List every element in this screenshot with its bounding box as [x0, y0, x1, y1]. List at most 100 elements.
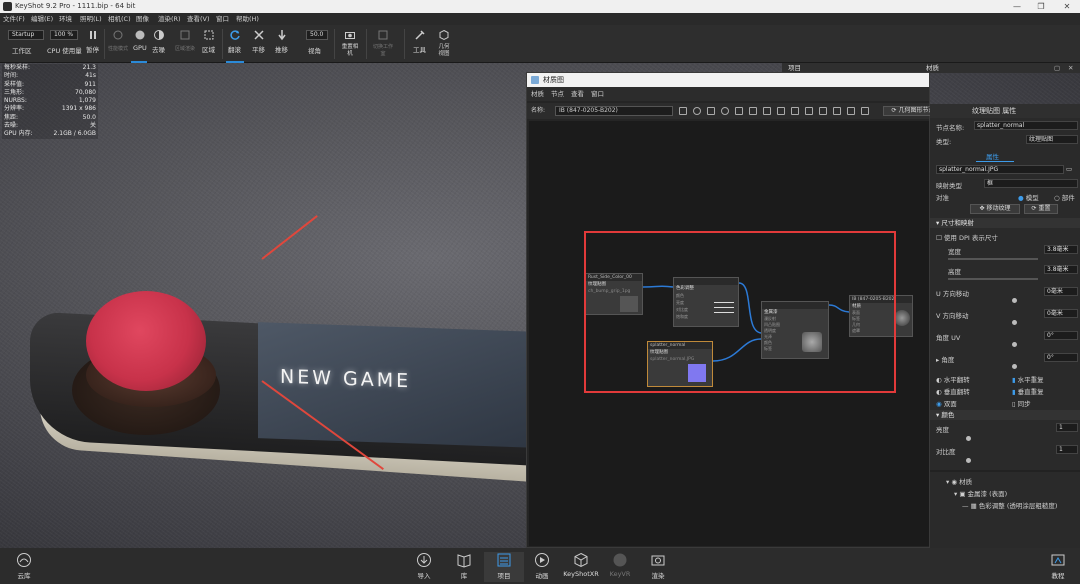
denoise-toggle[interactable]: 去噪 [152, 29, 165, 54]
tree-item-material[interactable]: ▾ ◉ 材质 [946, 476, 972, 486]
region-button[interactable]: 区域 [202, 29, 215, 54]
geometry-view-button[interactable]: 几何视图 [436, 29, 452, 58]
radio-part[interactable]: ○ 部件 [1054, 192, 1075, 202]
tab-attributes[interactable]: 属性 [986, 151, 999, 161]
dock-close-icon[interactable]: ✕ [1068, 63, 1073, 73]
node-name-input[interactable]: splatter_normal [974, 121, 1078, 130]
menu-help[interactable]: 帮助(H) [236, 13, 259, 25]
circle-icon[interactable] [693, 107, 701, 115]
workspace-select[interactable]: Startup [8, 30, 44, 40]
angle-uv-label: 角度 UV [936, 334, 961, 342]
target-icon[interactable] [721, 107, 729, 115]
width-input[interactable]: 3.8毫米 [1044, 245, 1078, 254]
menu-image[interactable]: 图像 [136, 13, 149, 25]
tree-item-metallic-paint[interactable]: ▾ ▣ 金属漆 (表面) [954, 488, 1007, 498]
height-input[interactable]: 3.8毫米 [1044, 265, 1078, 274]
render-stats-overlay: 每秒采样: 21.3 时间: 41s 采样值: 911 三角形: 70,080 NURB… [2, 64, 98, 139]
perf-mode-button[interactable]: 性能模式 [108, 29, 128, 52]
library-button[interactable]: 库 [444, 552, 484, 580]
pause-button[interactable]: 暂停 [86, 29, 99, 54]
flip-horizontal-toggle[interactable]: ◐ 水平翻转 [936, 374, 970, 384]
frame-icon[interactable] [819, 107, 827, 115]
angle-input[interactable]: 0° [1044, 353, 1078, 362]
radio-model[interactable]: ● 模型 [1018, 192, 1039, 202]
fit-icon[interactable] [833, 107, 841, 115]
layers-icon[interactable] [749, 107, 757, 115]
mg-name-input[interactable]: IB (847-0205-B202) [555, 106, 673, 116]
reset-camera-button[interactable]: 重置相机 [341, 29, 359, 58]
menu-edit[interactable]: 编辑(E) [31, 13, 53, 25]
mg-menu-node[interactable]: 节点 [551, 87, 564, 101]
animation-button[interactable]: 动画 [522, 552, 562, 580]
pause-icon [89, 31, 96, 39]
v-offset-input[interactable]: 0毫米 [1044, 309, 1078, 318]
repeat-vertical-toggle[interactable]: ▮ 垂直重复 [1012, 386, 1044, 396]
size-mapping-section[interactable]: ▾ 尺寸和映射 [930, 218, 1080, 228]
color-section[interactable]: ▾ 颜色 [930, 410, 1080, 420]
save-icon[interactable] [679, 107, 687, 115]
use-dpi-checkbox[interactable]: ☐ 使用 DPI 表示尺寸 [936, 232, 998, 242]
menu-environment[interactable]: 环境 [59, 13, 72, 25]
keyvr-button[interactable]: KeyVR [600, 552, 640, 578]
menu-lighting[interactable]: 照明(L) [80, 13, 102, 25]
switch-workspace-label: 切换工作室 [372, 44, 393, 57]
folder-icon[interactable]: ▭ [1066, 165, 1072, 173]
minimize-button[interactable]: — [1008, 0, 1026, 13]
both-sides-toggle[interactable]: ◉ 双面 [936, 398, 957, 408]
gpu-toggle[interactable]: GPU [133, 29, 147, 52]
u-offset-input[interactable]: 0毫米 [1044, 287, 1078, 296]
mg-menu-view[interactable]: 查看 [571, 87, 584, 101]
tutorial-button[interactable]: 教程 [1038, 552, 1078, 580]
link-icon[interactable] [777, 107, 785, 115]
node-graph-canvas[interactable]: Rust_Side_Color_00 纹理贴图 ch_bump_grip_1pg… [529, 121, 929, 546]
tools-button[interactable]: 工具 [413, 29, 426, 54]
grid-icon[interactable] [707, 107, 715, 115]
expand-icon[interactable] [847, 107, 855, 115]
menu-render[interactable]: 渲染(R) [158, 13, 181, 25]
mapping-type-select[interactable]: 框 [984, 179, 1078, 188]
maximize-button[interactable]: ❐ [1032, 0, 1050, 13]
brightness-input[interactable]: 1 [1056, 423, 1078, 432]
material-graph-toolbar: 名称: IB (847-0205-B202) ⟳ 几何图形节点 [527, 103, 943, 119]
dolly-button[interactable]: 推移 [275, 29, 288, 54]
copy-icon[interactable] [735, 107, 743, 115]
arrange-icon[interactable] [805, 107, 813, 115]
cpu-usage-label: CPU 使用量 [47, 47, 82, 55]
mg-menu-material[interactable]: 材质 [531, 87, 544, 101]
reset-button[interactable]: ⟳ 重置 [1024, 204, 1058, 214]
keyshotxr-button[interactable]: KeyShotXR [561, 552, 601, 578]
move-texture-button[interactable]: ✥ 移动纹理 [970, 204, 1020, 214]
close-button[interactable]: ✕ [1058, 0, 1076, 13]
stat-row: GPU 内存: 2.1GB / 6.0GB [4, 130, 96, 138]
cpu-usage-input[interactable]: 100 % [50, 30, 78, 40]
texture-file-input[interactable]: splatter_normal.JPG [936, 165, 1064, 174]
switch-workspace-button[interactable]: 切换工作室 [372, 29, 394, 58]
menu-camera[interactable]: 相机(C) [108, 13, 131, 25]
tumble-button[interactable]: 翻滚 [228, 29, 241, 54]
flip-vertical-toggle[interactable]: ◐ 垂直翻转 [936, 386, 970, 396]
import-button[interactable]: 导入 [404, 552, 444, 580]
tree-item-color-adjust[interactable]: — ▦ 色彩调整 (透明涂层粗糙度) [962, 500, 1057, 510]
cloud-library-button[interactable]: 云库 [4, 552, 44, 580]
fov-input[interactable]: 50.0 [306, 30, 328, 40]
project-button[interactable]: 项目 [484, 552, 524, 582]
u-offset-label: U 方向移动 [936, 290, 969, 298]
repeat-horizontal-toggle[interactable]: ▮ 水平重复 [1012, 374, 1044, 384]
sync-toggle[interactable]: ▯ 同步 [1012, 398, 1031, 408]
type-select[interactable]: 纹理贴图 [1026, 135, 1078, 144]
tools-icon [414, 30, 425, 40]
mg-menu-window[interactable]: 窗口 [591, 87, 604, 101]
contrast-label: 对比度 [936, 448, 956, 456]
render-button[interactable]: 渲染 [638, 552, 678, 580]
align-icon[interactable] [791, 107, 799, 115]
node-icon[interactable] [763, 107, 771, 115]
tree-icon[interactable] [861, 107, 869, 115]
contrast-input[interactable]: 1 [1056, 445, 1078, 454]
region-render-button[interactable]: 区域渲染 [175, 29, 195, 52]
menu-file[interactable]: 文件(F) [3, 13, 25, 25]
menu-view[interactable]: 查看(V) [187, 13, 210, 25]
menu-window[interactable]: 窗口 [216, 13, 229, 25]
angle-uv-input[interactable]: 0° [1044, 331, 1078, 340]
pan-button[interactable]: 平移 [252, 29, 265, 54]
dock-float-icon[interactable]: ▢ [1054, 63, 1060, 73]
